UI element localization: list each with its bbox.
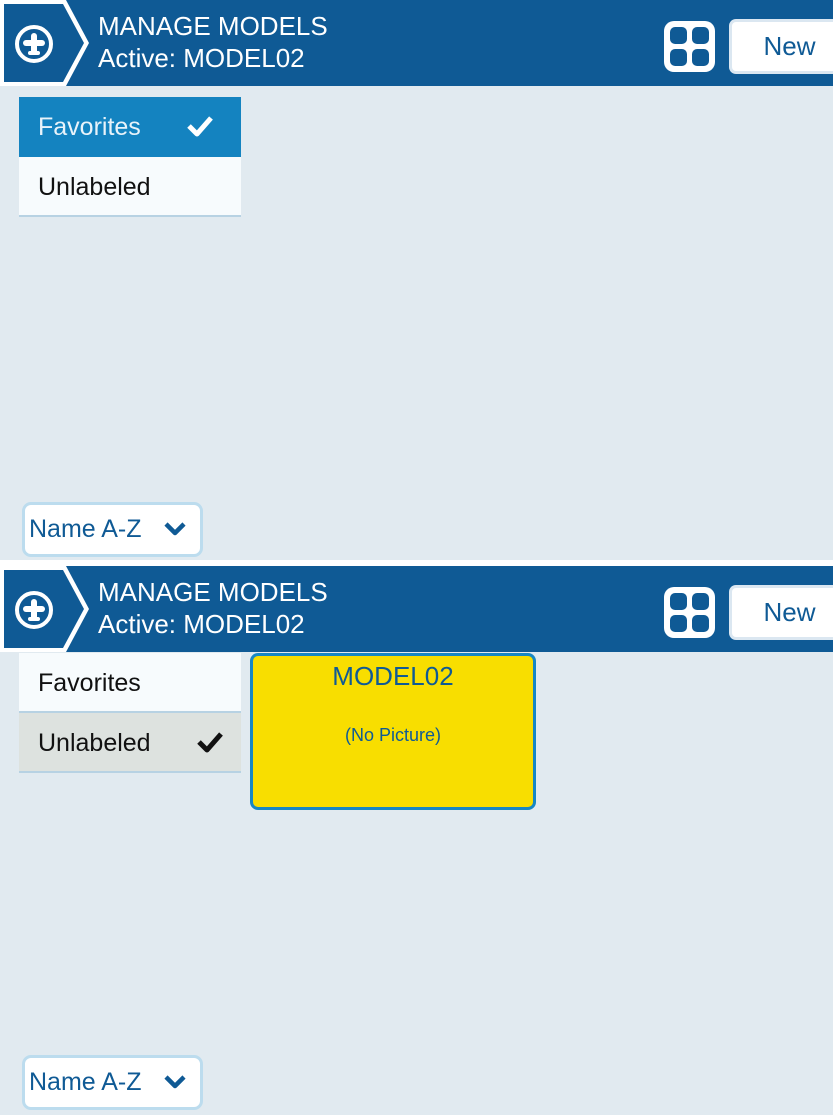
manage-models-screen-favorites: MANAGE MODELS Active: MODEL02 New Favori… [0,0,833,560]
layout-toggle-button[interactable] [662,585,717,640]
new-model-button[interactable]: New [729,19,833,74]
label-list: Favorites Unlabeled [19,653,241,773]
model-picture-placeholder: (No Picture) [344,725,442,745]
label-item-label: Favorites [38,669,141,697]
model-card[interactable]: MODEL02 (No Picture) [250,653,536,810]
label-item-label: Unlabeled [38,729,151,757]
model-menu-button[interactable] [0,0,89,86]
label-item-label: Unlabeled [38,173,151,201]
header-bar: MANAGE MODELS Active: MODEL02 New [0,0,833,86]
active-model-label: Active: MODEL02 [98,43,305,73]
page-title: MANAGE MODELS [98,11,328,41]
chevron-down-icon [164,522,186,536]
sort-value: Name A-Z [29,1068,142,1096]
chevron-down-icon [164,1075,186,1089]
model-name: MODEL02 [332,661,454,691]
layout-toggle-button[interactable] [662,19,717,74]
label-item-label: Favorites [38,113,141,141]
sort-dropdown[interactable]: Name A-Z [22,502,203,557]
checkmark-icon [197,732,223,753]
label-item-unlabeled[interactable]: Unlabeled [19,157,241,217]
new-model-button[interactable]: New [729,585,833,640]
grid-layout-icon [664,21,715,72]
grid-layout-icon [664,587,715,638]
airplane-icon [0,566,89,652]
active-model-label: Active: MODEL02 [98,609,305,639]
airplane-icon [0,0,89,86]
model-menu-button[interactable] [0,566,89,652]
checkmark-icon [187,116,213,137]
label-list: Favorites Unlabeled [19,97,241,217]
sort-value: Name A-Z [29,515,142,543]
label-item-favorites[interactable]: Favorites [19,97,241,157]
label-item-favorites[interactable]: Favorites [19,653,241,713]
manage-models-screen-unlabeled: MANAGE MODELS Active: MODEL02 New Favori… [0,566,833,1115]
header-bar: MANAGE MODELS Active: MODEL02 New [0,566,833,652]
page-title: MANAGE MODELS [98,577,328,607]
sort-dropdown[interactable]: Name A-Z [22,1055,203,1110]
label-item-unlabeled[interactable]: Unlabeled [19,713,241,773]
